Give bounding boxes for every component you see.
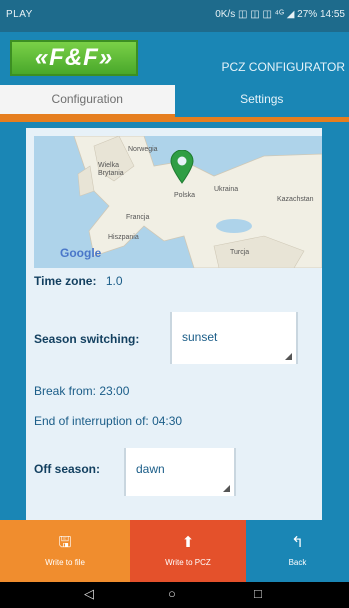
time-zone-row: Time zone: 1.0 xyxy=(34,274,123,288)
tab-bar: Configuration Settings xyxy=(0,85,349,117)
map-label: Ukraina xyxy=(214,186,239,193)
end-interruption-text: End of interruption of: 04:30 xyxy=(34,414,183,428)
map-label: Norwegia xyxy=(128,146,158,153)
google-attribution: Google xyxy=(60,246,102,260)
nav-home-icon[interactable]: ○ xyxy=(168,586,176,601)
off-season-value: dawn xyxy=(136,462,165,476)
time-zone-value: 1.0 xyxy=(105,274,123,288)
tab-settings[interactable]: Settings xyxy=(174,85,349,117)
upload-icon: ⬆ xyxy=(181,534,195,551)
system-nav-bar: ◁ ○ □ xyxy=(0,582,349,608)
off-season-label: Off season: xyxy=(34,462,101,476)
dropdown-arrow-icon xyxy=(223,485,230,492)
status-bar: PLAY 0K/s ◫ ◫ ◫ ⁴ᴳ ◢ 27% 14:55 xyxy=(0,0,349,32)
location-map[interactable]: Norwegia Wielka Brytania Polska Ukraina … xyxy=(34,136,322,268)
season-switching-value: sunset xyxy=(182,330,218,344)
off-season-select[interactable]: dawn xyxy=(124,448,236,496)
content-area: Norwegia Wielka Brytania Polska Ukraina … xyxy=(0,122,349,520)
write-to-pcz-button[interactable]: ⬆ Write to PCZ xyxy=(130,520,246,582)
map-label: Hiszpania xyxy=(108,234,139,241)
break-from-text: Break from: 23:00 xyxy=(34,384,130,398)
write-to-file-label: Write to file xyxy=(45,558,85,567)
bottom-action-bar: 🖫 Write to file ⬆ Write to PCZ ↰ Back xyxy=(0,520,349,582)
back-button[interactable]: ↰ Back xyxy=(246,520,349,582)
write-to-file-button[interactable]: 🖫 Write to file xyxy=(0,520,130,582)
map-label: Kazachstan xyxy=(277,196,314,203)
status-bar-left: PLAY xyxy=(6,9,33,20)
app-title: PCZ CONFIGURATOR xyxy=(221,60,345,74)
status-bar-right: 0K/s ◫ ◫ ◫ ⁴ᴳ ◢ 27% 14:55 xyxy=(215,9,345,20)
map-label: Francja xyxy=(126,214,150,221)
map-label: Turcja xyxy=(230,249,250,256)
brand-logo: «F&F» xyxy=(10,40,138,76)
map-label: Wielka Brytania xyxy=(98,162,124,177)
back-arrow-icon: ↰ xyxy=(291,534,304,551)
nav-recents-icon[interactable]: □ xyxy=(254,586,262,601)
off-season-label-wrap: Off season: xyxy=(34,462,100,476)
map-label: Polska xyxy=(174,192,196,199)
dropdown-arrow-icon xyxy=(285,353,292,360)
app-header: «F&F» PCZ CONFIGURATOR xyxy=(0,32,349,85)
configuration-panel[interactable]: Norwegia Wielka Brytania Polska Ukraina … xyxy=(26,128,322,520)
nav-back-icon[interactable]: ◁ xyxy=(84,586,94,602)
season-switching-select[interactable]: sunset xyxy=(170,312,298,364)
save-icon: 🖫 xyxy=(58,534,72,551)
location-pin-icon[interactable] xyxy=(170,150,194,184)
write-to-pcz-label: Write to PCZ xyxy=(165,558,211,567)
time-zone-label: Time zone: xyxy=(34,274,97,288)
season-switching-label-wrap: Season switching: xyxy=(34,332,139,346)
tab-configuration[interactable]: Configuration xyxy=(0,85,175,117)
season-switching-label: Season switching: xyxy=(34,332,140,346)
back-label: Back xyxy=(288,558,307,567)
